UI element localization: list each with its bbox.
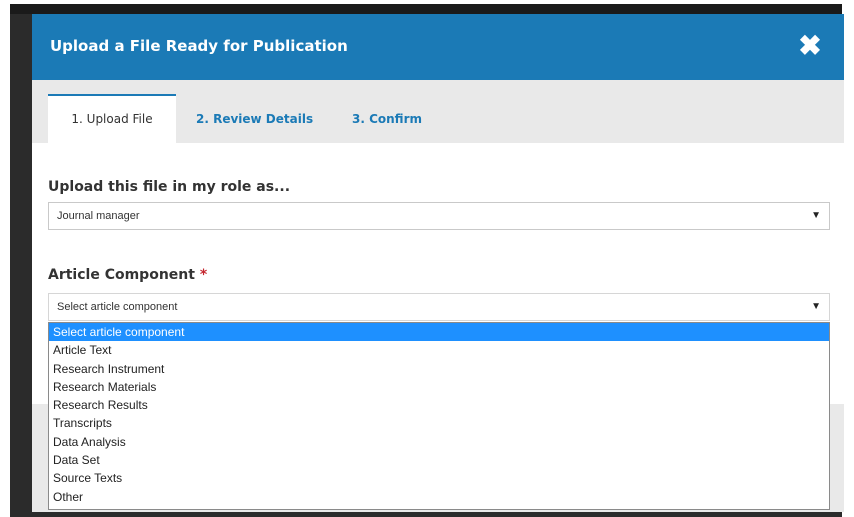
article-component-dropdown[interactable]: Select article component Article Text Re…: [48, 322, 830, 510]
wizard-tabs: 1. Upload File 2. Review Details 3. Conf…: [32, 80, 844, 143]
article-component-select-value: Select article component: [57, 301, 178, 313]
dropdown-option[interactable]: Select article component: [49, 323, 829, 342]
dropdown-option[interactable]: Research Results: [49, 396, 829, 414]
article-component-select[interactable]: Select article component ▼: [48, 293, 830, 321]
article-component-label-text: Article Component: [48, 267, 195, 283]
dropdown-option[interactable]: Other: [49, 488, 829, 506]
close-icon[interactable]: ✖: [798, 32, 822, 60]
tab-review-details[interactable]: 2. Review Details: [196, 96, 326, 143]
dropdown-option[interactable]: Transcripts: [49, 414, 829, 432]
background-page-strip: [10, 4, 842, 14]
chevron-down-icon: ▼: [811, 301, 821, 312]
article-component-label: Article Component *: [48, 267, 207, 283]
dropdown-option[interactable]: Research Instrument: [49, 360, 829, 378]
modal-title: Upload a File Ready for Publication: [50, 37, 348, 55]
dropdown-option[interactable]: Source Texts: [49, 469, 829, 487]
upload-file-modal: Upload a File Ready for Publication ✖ 1.…: [32, 14, 844, 512]
dropdown-option[interactable]: Data Analysis: [49, 433, 829, 451]
required-marker: *: [199, 267, 208, 283]
tab-confirm[interactable]: 3. Confirm: [352, 96, 452, 143]
dropdown-option[interactable]: Article Text: [49, 341, 829, 359]
dropdown-option[interactable]: Research Materials: [49, 378, 829, 396]
chevron-down-icon: ▼: [811, 210, 821, 221]
dropdown-option[interactable]: Data Set: [49, 451, 829, 469]
role-select[interactable]: Journal manager ▼: [48, 202, 830, 230]
role-label: Upload this file in my role as...: [48, 179, 291, 195]
role-select-value: Journal manager: [57, 210, 140, 222]
modal-header: Upload a File Ready for Publication ✖: [32, 14, 844, 80]
tab-upload-file[interactable]: 1. Upload File: [48, 94, 176, 143]
